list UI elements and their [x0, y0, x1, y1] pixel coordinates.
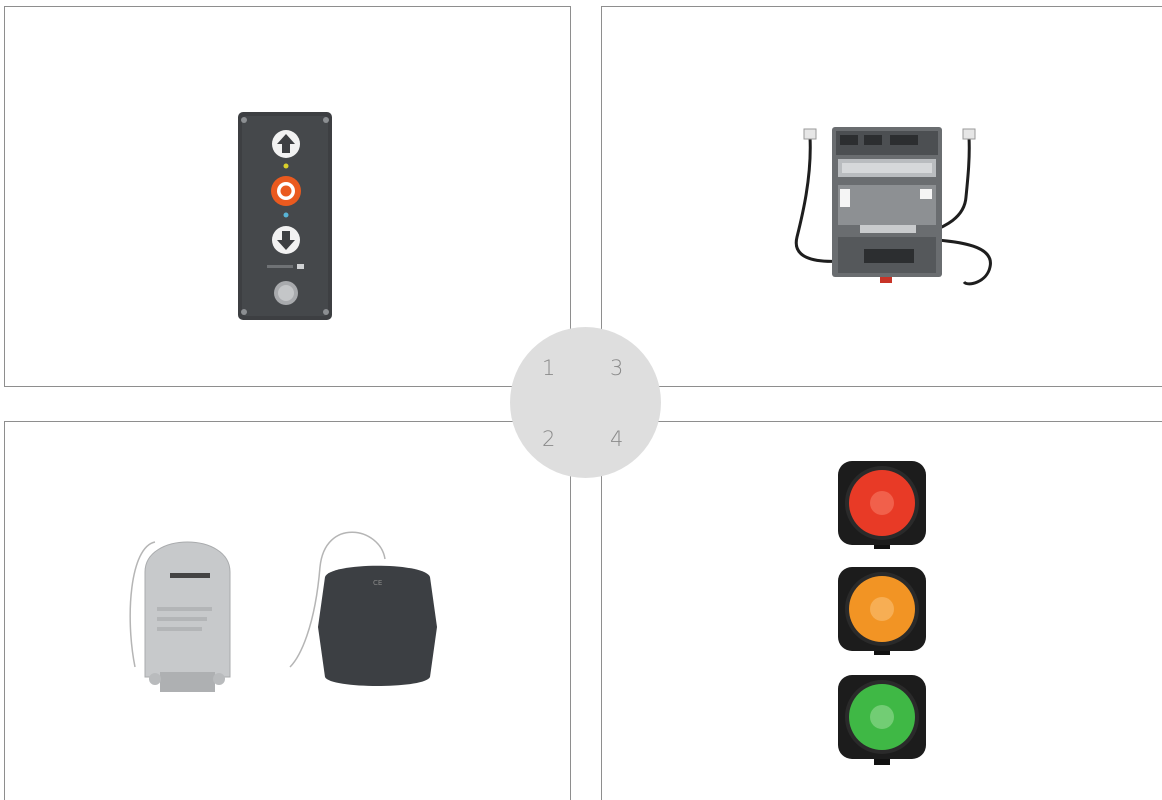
- radio-receivers-image: CE: [129, 531, 437, 692]
- panel-1: [4, 6, 571, 387]
- panel-number-3: 3: [610, 356, 624, 380]
- panel-number-1: 1: [542, 356, 556, 380]
- svg-text:CE: CE: [373, 579, 382, 587]
- center-disc: [510, 327, 661, 478]
- traffic-lights-image: [838, 461, 926, 765]
- push-button-control-image: [238, 112, 332, 320]
- relay-module-image: [794, 127, 992, 286]
- panel-2: CE: [4, 421, 571, 800]
- panel-number-2: 2: [542, 427, 556, 451]
- panel-number-4: 4: [610, 427, 624, 451]
- panel-3: [601, 6, 1162, 387]
- panel-4: [601, 421, 1162, 800]
